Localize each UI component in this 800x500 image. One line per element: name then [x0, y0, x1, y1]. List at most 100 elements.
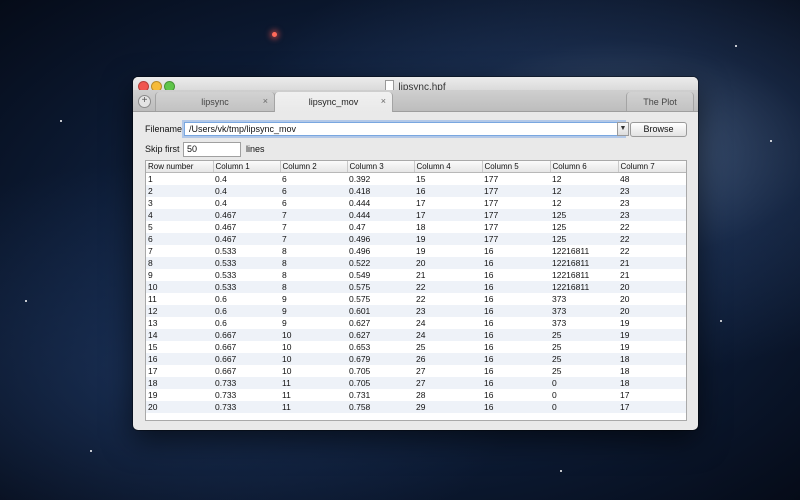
table-cell: 19 — [620, 342, 630, 352]
column-header[interactable]: Column 3 — [347, 161, 415, 173]
star — [560, 470, 562, 472]
browse-button[interactable]: Browse — [630, 122, 687, 137]
table-row[interactable]: 13 0.6 9 0.627 24 16 373 19 — [146, 317, 686, 329]
table-cell: 177 — [482, 233, 550, 245]
table-cell: 20 — [146, 401, 213, 413]
filename-input[interactable]: /Users/vk/tmp/lipsync_mov — [184, 122, 624, 136]
column-header[interactable]: Column 5 — [482, 161, 551, 173]
table-cell: 0.733 — [213, 377, 280, 389]
table-cell: 16 — [484, 390, 494, 400]
tab-label: lipsync_mov — [308, 97, 359, 107]
table-cell: 16 — [482, 281, 550, 293]
table-cell: 373 — [552, 318, 567, 328]
table-row[interactable]: 20 0.733 11 0.758 29 16 0 17 — [146, 401, 686, 413]
table-cell: 0 — [552, 390, 557, 400]
table-row[interactable]: 2 0.4 6 0.418 16 177 12 23 — [146, 185, 686, 197]
table-cell: 16 — [482, 401, 550, 413]
table-row[interactable]: 11 0.6 9 0.575 22 16 373 20 — [146, 293, 686, 305]
table-cell: 7 — [280, 233, 347, 245]
table-cell: 16 — [482, 329, 550, 341]
table-cell: 5 — [148, 222, 153, 232]
table-cell: 177 — [484, 174, 499, 184]
table-cell: 26 — [414, 353, 482, 365]
table-cell: 177 — [484, 222, 499, 232]
table-cell: 0.627 — [347, 329, 414, 341]
table-cell: 22 — [618, 233, 686, 245]
table-cell: 0.418 — [347, 185, 414, 197]
table-cell: 0.667 — [215, 366, 237, 376]
table-cell: 0.467 — [213, 233, 280, 245]
close-tab-icon[interactable]: × — [381, 96, 386, 106]
skip-lines-input[interactable]: 50 — [183, 142, 241, 157]
table-cell: 8 — [280, 257, 347, 269]
table-row[interactable]: 14 0.667 10 0.627 24 16 25 19 — [146, 329, 686, 341]
table-row[interactable]: 3 0.4 6 0.444 17 177 12 23 — [146, 197, 686, 209]
table-row[interactable]: 7 0.533 8 0.496 19 16 12216811 22 — [146, 245, 686, 257]
table-cell: 0.496 — [347, 233, 414, 245]
tab-the-plot[interactable]: The Plot — [626, 92, 694, 111]
table-cell: 0.733 — [213, 401, 280, 413]
close-tab-icon[interactable]: × — [263, 96, 268, 106]
table-cell: 0.6 — [215, 318, 227, 328]
table-row[interactable]: 12 0.6 9 0.601 23 16 373 20 — [146, 305, 686, 317]
table-cell: 16 — [484, 294, 494, 304]
table-cell: 0.467 — [215, 222, 237, 232]
column-header[interactable]: Column 2 — [280, 161, 348, 173]
red-star — [272, 32, 277, 37]
table-cell: 25 — [550, 329, 618, 341]
table-cell: 0.444 — [349, 198, 371, 208]
table-cell: 27 — [416, 366, 426, 376]
tab-lipsync[interactable]: lipsync × — [155, 92, 275, 111]
column-header[interactable]: Column 4 — [414, 161, 483, 173]
table-row[interactable]: 1 0.4 6 0.392 15 177 12 48 — [146, 173, 686, 186]
table-cell: 0.627 — [349, 318, 371, 328]
data-table[interactable]: Row number Column 1 Column 2 Column 3 Column… — [145, 160, 687, 421]
table-row[interactable]: 6 0.467 7 0.496 19 177 125 22 — [146, 233, 686, 245]
table-row[interactable]: 18 0.733 11 0.705 27 16 0 18 — [146, 377, 686, 389]
table-cell: 16 — [482, 353, 550, 365]
tab-label: The Plot — [643, 97, 677, 107]
table-cell: 0.679 — [347, 353, 414, 365]
table-cell: 48 — [620, 174, 630, 184]
table-cell: 22 — [416, 294, 426, 304]
table-cell: 0.758 — [347, 401, 414, 413]
table-cell: 6 — [280, 185, 347, 197]
tab-bar: + lipsync × lipsync_mov × The Plot — [133, 90, 698, 112]
table-row[interactable]: 4 0.467 7 0.444 17 177 125 23 — [146, 209, 686, 221]
table-cell: 16 — [484, 270, 494, 280]
table-cell: 20 — [618, 281, 686, 293]
star — [90, 450, 92, 452]
table-row[interactable]: 15 0.667 10 0.653 25 16 25 19 — [146, 341, 686, 353]
table-cell: 16 — [484, 342, 494, 352]
table-cell: 6 — [282, 174, 287, 184]
table-cell: 0.392 — [349, 174, 371, 184]
column-header[interactable]: Row number — [146, 161, 214, 173]
table-cell: 0.4 — [215, 198, 227, 208]
table-cell: 0.549 — [349, 270, 371, 280]
table-row[interactable]: 9 0.533 8 0.549 21 16 12216811 21 — [146, 269, 686, 281]
table-cell: 23 — [618, 185, 686, 197]
column-header[interactable]: Column 1 — [213, 161, 281, 173]
table-row[interactable]: 10 0.533 8 0.575 22 16 12216811 20 — [146, 281, 686, 293]
table-cell: 19 — [618, 329, 686, 341]
table-row[interactable]: 8 0.533 8 0.522 20 16 12216811 21 — [146, 257, 686, 269]
star — [60, 120, 62, 122]
table-cell: 18 — [618, 353, 686, 365]
column-header[interactable]: Column 6 — [550, 161, 619, 173]
table-cell: 12 — [552, 198, 562, 208]
column-header[interactable]: Column 7 — [618, 161, 686, 173]
table-cell: 16 — [414, 185, 482, 197]
tab-lipsync-mov[interactable]: lipsync_mov × — [274, 92, 393, 112]
filename-dropdown-icon[interactable]: ▼ — [617, 122, 629, 136]
table-cell: 19 — [414, 233, 482, 245]
table-row[interactable]: 16 0.667 10 0.679 26 16 25 18 — [146, 353, 686, 365]
table-cell: 12216811 — [550, 281, 618, 293]
table-row[interactable]: 17 0.667 10 0.705 27 16 25 18 — [146, 365, 686, 377]
table-cell: 2 — [146, 185, 213, 197]
filename-label: Filename — [145, 124, 183, 134]
add-tab-button[interactable]: + — [138, 95, 151, 108]
table-cell: 16 — [482, 305, 550, 317]
table-row[interactable]: 5 0.467 7 0.47 18 177 125 22 — [146, 221, 686, 233]
table-row[interactable]: 19 0.733 11 0.731 28 16 0 17 — [146, 389, 686, 401]
table-cell: 11 — [280, 377, 347, 389]
